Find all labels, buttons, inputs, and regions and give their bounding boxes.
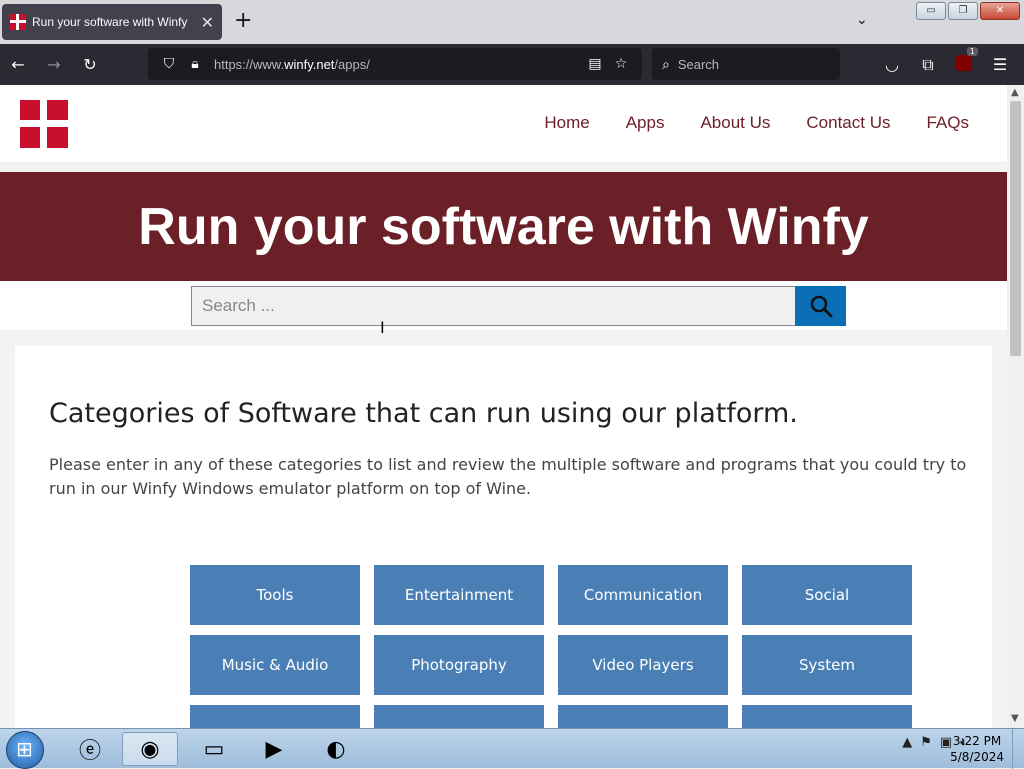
site-search-input[interactable] [191,286,796,326]
reload-icon[interactable]: ↻ [72,55,108,74]
minimize-button[interactable]: ▭ [916,2,946,20]
categories-intro: Please enter in any of these categories … [49,455,967,498]
hero-banner: Run your software with Winfy [0,172,1007,281]
site-search-button[interactable] [795,286,846,326]
start-button[interactable] [6,731,44,769]
category-system[interactable]: System [742,635,912,695]
category-music-audio[interactable]: Music & Audio [190,635,360,695]
scroll-thumb[interactable] [1010,101,1021,356]
ublock-badge: 1 [966,46,978,56]
category-social[interactable]: Social [742,565,912,625]
pocket-icon[interactable]: ◡ [874,55,910,74]
tray-expand-icon[interactable]: ▲ [902,735,912,750]
extensions-icon[interactable]: ⧉ [910,55,946,75]
url-bar[interactable]: ⛉ 🔒︎ https://www.winfy.net/apps/ ▤ ☆ [148,48,642,80]
web-content: Home Apps About Us Contact Us FAQs Run y… [0,85,1007,728]
winfy-favicon-icon [10,14,26,30]
search-icon [810,295,832,318]
category-tile[interactable] [558,705,728,728]
tab-winfy[interactable]: Run your software with Winfy ✕ [2,4,222,40]
web-search-placeholder: Search [677,56,720,72]
category-entertainment[interactable]: Entertainment [374,565,544,625]
ublock-icon[interactable]: 1 [946,46,982,75]
list-all-tabs-button[interactable]: ⌄ [856,12,868,28]
action-center-flag-icon[interactable]: ⚑ [920,735,932,750]
tracking-shield-icon[interactable]: ⛉ [156,56,182,72]
nav-about-us[interactable]: About Us [700,113,770,133]
new-tab-button[interactable]: + [234,10,252,32]
search-icon: ⌕ [662,55,670,72]
forward-icon[interactable]: → [36,55,72,74]
nav-apps[interactable]: Apps [626,113,665,133]
close-window-button[interactable]: ✕ [980,2,1020,20]
category-tile[interactable] [190,705,360,728]
bookmark-star-icon[interactable]: ☆ [608,56,634,72]
text-cursor-icon: I [380,318,385,337]
tab-title: Run your software with Winfy [32,15,188,29]
lock-icon[interactable]: 🔒︎ [182,56,208,72]
nav-home[interactable]: Home [544,113,589,133]
categories-card: Categories of Software that can run usin… [15,346,992,728]
category-photography[interactable]: Photography [374,635,544,695]
clock-date: 5/8/2024 [950,750,1004,764]
scroll-down-icon[interactable]: ▼ [1011,713,1019,724]
category-communication[interactable]: Communication [558,565,728,625]
nav-contact-us[interactable]: Contact Us [806,113,890,133]
internet-explorer-icon[interactable]: ⓔ [62,732,118,766]
show-desktop-button[interactable] [1012,729,1024,769]
category-grid: Tools Entertainment Communication Social… [190,565,930,728]
media-player-icon[interactable]: ▶ [246,732,302,766]
firefox-icon[interactable]: ◉ [122,732,178,766]
tab-strip: Run your software with Winfy ✕ + ⌄ ▭ ❐ ✕ [0,0,1024,44]
winfy-logo[interactable] [20,100,68,148]
nav-toolbar: ← → ↻ ⛉ 🔒︎ https://www.winfy.net/apps/ ▤… [0,44,1024,85]
category-tile[interactable] [374,705,544,728]
file-explorer-icon[interactable]: ▭ [186,732,242,766]
nav-faqs[interactable]: FAQs [926,113,969,133]
app-icon[interactable]: ◐ [308,732,364,766]
category-tile[interactable] [742,705,912,728]
toolbar-right: ◡ ⧉ 1 ☰ [874,44,1018,85]
back-icon[interactable]: ← [0,55,36,74]
category-video-players[interactable]: Video Players [558,635,728,695]
windows-taskbar: ⓔ ◉ ▭ ▶ ◐ ▲ ⚑ ▣ 🔈︎ 3:22 PM 5/8/2024 [0,728,1024,769]
clock-time: 3:22 PM [952,734,1002,748]
restore-button[interactable]: ❐ [948,2,978,20]
site-search [0,281,1007,330]
main-nav: Home Apps About Us Contact Us FAQs [544,113,969,133]
page-scrollbar[interactable]: ▲ ▼ [1007,85,1024,728]
categories-heading: Categories of Software that can run usin… [49,398,798,429]
menu-icon[interactable]: ☰ [982,55,1018,74]
scroll-up-icon[interactable]: ▲ [1011,87,1019,98]
web-search-field[interactable]: ⌕ Search [652,48,840,80]
category-tools[interactable]: Tools [190,565,360,625]
window-controls: ▭ ❐ ✕ [916,2,1020,20]
tab-close-icon[interactable]: ✕ [201,13,214,32]
site-header: Home Apps About Us Contact Us FAQs [0,85,1007,163]
url-text[interactable]: https://www.winfy.net/apps/ [208,57,582,72]
reader-view-icon[interactable]: ▤ [582,56,608,72]
hero-title: Run your software with Winfy [138,197,869,256]
taskbar-clock[interactable]: 3:22 PM 5/8/2024 [950,733,1004,765]
